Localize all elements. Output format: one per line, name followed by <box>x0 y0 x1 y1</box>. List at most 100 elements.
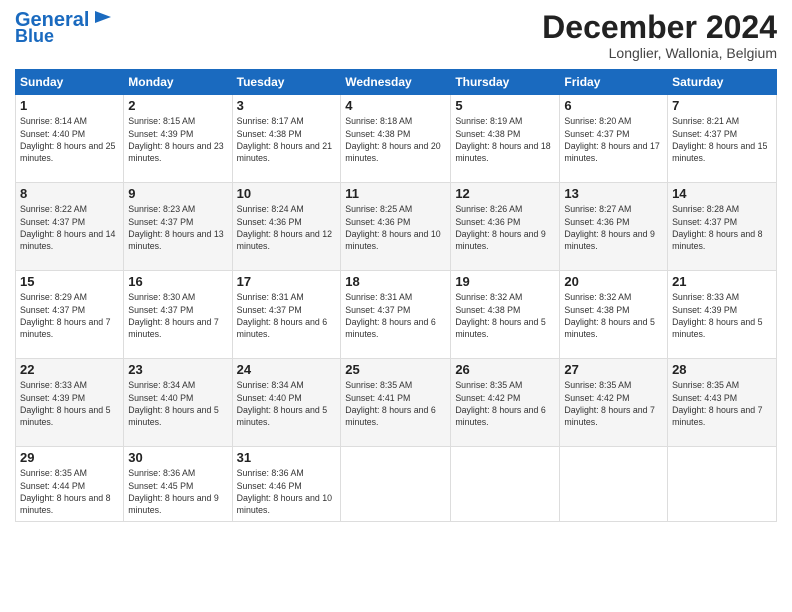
table-row <box>341 447 451 522</box>
day-number: 21 <box>672 274 772 289</box>
day-info: Sunrise: 8:30 AMSunset: 4:37 PMDaylight:… <box>128 292 218 339</box>
day-number: 19 <box>455 274 555 289</box>
day-number: 12 <box>455 186 555 201</box>
col-wednesday: Wednesday <box>341 70 451 95</box>
day-number: 23 <box>128 362 227 377</box>
day-number: 26 <box>455 362 555 377</box>
calendar-table: Sunday Monday Tuesday Wednesday Thursday… <box>15 69 777 522</box>
table-row <box>668 447 777 522</box>
table-row: 24 Sunrise: 8:34 AMSunset: 4:40 PMDaylig… <box>232 359 341 447</box>
table-row: 12 Sunrise: 8:26 AMSunset: 4:36 PMDaylig… <box>451 183 560 271</box>
day-number: 24 <box>237 362 337 377</box>
day-info: Sunrise: 8:34 AMSunset: 4:40 PMDaylight:… <box>128 380 218 427</box>
col-friday: Friday <box>560 70 668 95</box>
day-number: 4 <box>345 98 446 113</box>
day-info: Sunrise: 8:32 AMSunset: 4:38 PMDaylight:… <box>455 292 545 339</box>
table-row: 25 Sunrise: 8:35 AMSunset: 4:41 PMDaylig… <box>341 359 451 447</box>
table-row: 4 Sunrise: 8:18 AMSunset: 4:38 PMDayligh… <box>341 95 451 183</box>
table-row: 18 Sunrise: 8:31 AMSunset: 4:37 PMDaylig… <box>341 271 451 359</box>
table-row: 15 Sunrise: 8:29 AMSunset: 4:37 PMDaylig… <box>16 271 124 359</box>
table-row: 2 Sunrise: 8:15 AMSunset: 4:39 PMDayligh… <box>124 95 232 183</box>
day-info: Sunrise: 8:35 AMSunset: 4:42 PMDaylight:… <box>455 380 545 427</box>
day-number: 11 <box>345 186 446 201</box>
day-number: 10 <box>237 186 337 201</box>
day-number: 3 <box>237 98 337 113</box>
day-number: 28 <box>672 362 772 377</box>
day-info: Sunrise: 8:24 AMSunset: 4:36 PMDaylight:… <box>237 204 332 251</box>
day-info: Sunrise: 8:31 AMSunset: 4:37 PMDaylight:… <box>237 292 327 339</box>
day-info: Sunrise: 8:27 AMSunset: 4:36 PMDaylight:… <box>564 204 654 251</box>
col-thursday: Thursday <box>451 70 560 95</box>
day-number: 14 <box>672 186 772 201</box>
day-info: Sunrise: 8:35 AMSunset: 4:42 PMDaylight:… <box>564 380 654 427</box>
day-number: 5 <box>455 98 555 113</box>
day-info: Sunrise: 8:33 AMSunset: 4:39 PMDaylight:… <box>20 380 110 427</box>
day-number: 15 <box>20 274 119 289</box>
day-info: Sunrise: 8:35 AMSunset: 4:41 PMDaylight:… <box>345 380 435 427</box>
table-row: 11 Sunrise: 8:25 AMSunset: 4:36 PMDaylig… <box>341 183 451 271</box>
calendar-header-row: Sunday Monday Tuesday Wednesday Thursday… <box>16 70 777 95</box>
day-info: Sunrise: 8:34 AMSunset: 4:40 PMDaylight:… <box>237 380 327 427</box>
day-number: 22 <box>20 362 119 377</box>
table-row: 5 Sunrise: 8:19 AMSunset: 4:38 PMDayligh… <box>451 95 560 183</box>
day-info: Sunrise: 8:15 AMSunset: 4:39 PMDaylight:… <box>128 116 223 163</box>
day-info: Sunrise: 8:28 AMSunset: 4:37 PMDaylight:… <box>672 204 762 251</box>
day-info: Sunrise: 8:36 AMSunset: 4:45 PMDaylight:… <box>128 468 218 515</box>
month-title: December 2024 <box>542 10 777 45</box>
logo: General Blue <box>15 10 113 45</box>
day-info: Sunrise: 8:19 AMSunset: 4:38 PMDaylight:… <box>455 116 550 163</box>
day-number: 1 <box>20 98 119 113</box>
col-saturday: Saturday <box>668 70 777 95</box>
day-info: Sunrise: 8:26 AMSunset: 4:36 PMDaylight:… <box>455 204 545 251</box>
table-row: 21 Sunrise: 8:33 AMSunset: 4:39 PMDaylig… <box>668 271 777 359</box>
table-row: 7 Sunrise: 8:21 AMSunset: 4:37 PMDayligh… <box>668 95 777 183</box>
col-sunday: Sunday <box>16 70 124 95</box>
table-row: 22 Sunrise: 8:33 AMSunset: 4:39 PMDaylig… <box>16 359 124 447</box>
day-number: 30 <box>128 450 227 465</box>
table-row <box>560 447 668 522</box>
table-row <box>451 447 560 522</box>
logo-blue-text: Blue <box>15 27 54 45</box>
day-info: Sunrise: 8:35 AMSunset: 4:43 PMDaylight:… <box>672 380 762 427</box>
table-row: 1 Sunrise: 8:14 AMSunset: 4:40 PMDayligh… <box>16 95 124 183</box>
day-number: 6 <box>564 98 663 113</box>
day-number: 7 <box>672 98 772 113</box>
day-info: Sunrise: 8:33 AMSunset: 4:39 PMDaylight:… <box>672 292 762 339</box>
day-info: Sunrise: 8:17 AMSunset: 4:38 PMDaylight:… <box>237 116 332 163</box>
day-info: Sunrise: 8:20 AMSunset: 4:37 PMDaylight:… <box>564 116 659 163</box>
table-row: 16 Sunrise: 8:30 AMSunset: 4:37 PMDaylig… <box>124 271 232 359</box>
title-block: December 2024 Longlier, Wallonia, Belgiu… <box>542 10 777 61</box>
header: General Blue December 2024 Longlier, Wal… <box>15 10 777 61</box>
day-info: Sunrise: 8:18 AMSunset: 4:38 PMDaylight:… <box>345 116 440 163</box>
logo-flag-icon <box>91 9 113 29</box>
day-info: Sunrise: 8:14 AMSunset: 4:40 PMDaylight:… <box>20 116 115 163</box>
table-row: 26 Sunrise: 8:35 AMSunset: 4:42 PMDaylig… <box>451 359 560 447</box>
table-row: 6 Sunrise: 8:20 AMSunset: 4:37 PMDayligh… <box>560 95 668 183</box>
location: Longlier, Wallonia, Belgium <box>542 45 777 61</box>
day-number: 29 <box>20 450 119 465</box>
table-row: 8 Sunrise: 8:22 AMSunset: 4:37 PMDayligh… <box>16 183 124 271</box>
table-row: 10 Sunrise: 8:24 AMSunset: 4:36 PMDaylig… <box>232 183 341 271</box>
day-info: Sunrise: 8:21 AMSunset: 4:37 PMDaylight:… <box>672 116 767 163</box>
day-number: 27 <box>564 362 663 377</box>
table-row: 30 Sunrise: 8:36 AMSunset: 4:45 PMDaylig… <box>124 447 232 522</box>
page: General Blue December 2024 Longlier, Wal… <box>0 0 792 612</box>
table-row: 27 Sunrise: 8:35 AMSunset: 4:42 PMDaylig… <box>560 359 668 447</box>
day-number: 18 <box>345 274 446 289</box>
day-number: 20 <box>564 274 663 289</box>
day-number: 9 <box>128 186 227 201</box>
day-info: Sunrise: 8:35 AMSunset: 4:44 PMDaylight:… <box>20 468 110 515</box>
table-row: 19 Sunrise: 8:32 AMSunset: 4:38 PMDaylig… <box>451 271 560 359</box>
day-info: Sunrise: 8:22 AMSunset: 4:37 PMDaylight:… <box>20 204 115 251</box>
col-tuesday: Tuesday <box>232 70 341 95</box>
table-row: 3 Sunrise: 8:17 AMSunset: 4:38 PMDayligh… <box>232 95 341 183</box>
day-info: Sunrise: 8:25 AMSunset: 4:36 PMDaylight:… <box>345 204 440 251</box>
table-row: 13 Sunrise: 8:27 AMSunset: 4:36 PMDaylig… <box>560 183 668 271</box>
table-row: 28 Sunrise: 8:35 AMSunset: 4:43 PMDaylig… <box>668 359 777 447</box>
table-row: 9 Sunrise: 8:23 AMSunset: 4:37 PMDayligh… <box>124 183 232 271</box>
day-info: Sunrise: 8:23 AMSunset: 4:37 PMDaylight:… <box>128 204 223 251</box>
table-row: 20 Sunrise: 8:32 AMSunset: 4:38 PMDaylig… <box>560 271 668 359</box>
table-row: 23 Sunrise: 8:34 AMSunset: 4:40 PMDaylig… <box>124 359 232 447</box>
day-number: 16 <box>128 274 227 289</box>
day-info: Sunrise: 8:36 AMSunset: 4:46 PMDaylight:… <box>237 468 332 515</box>
